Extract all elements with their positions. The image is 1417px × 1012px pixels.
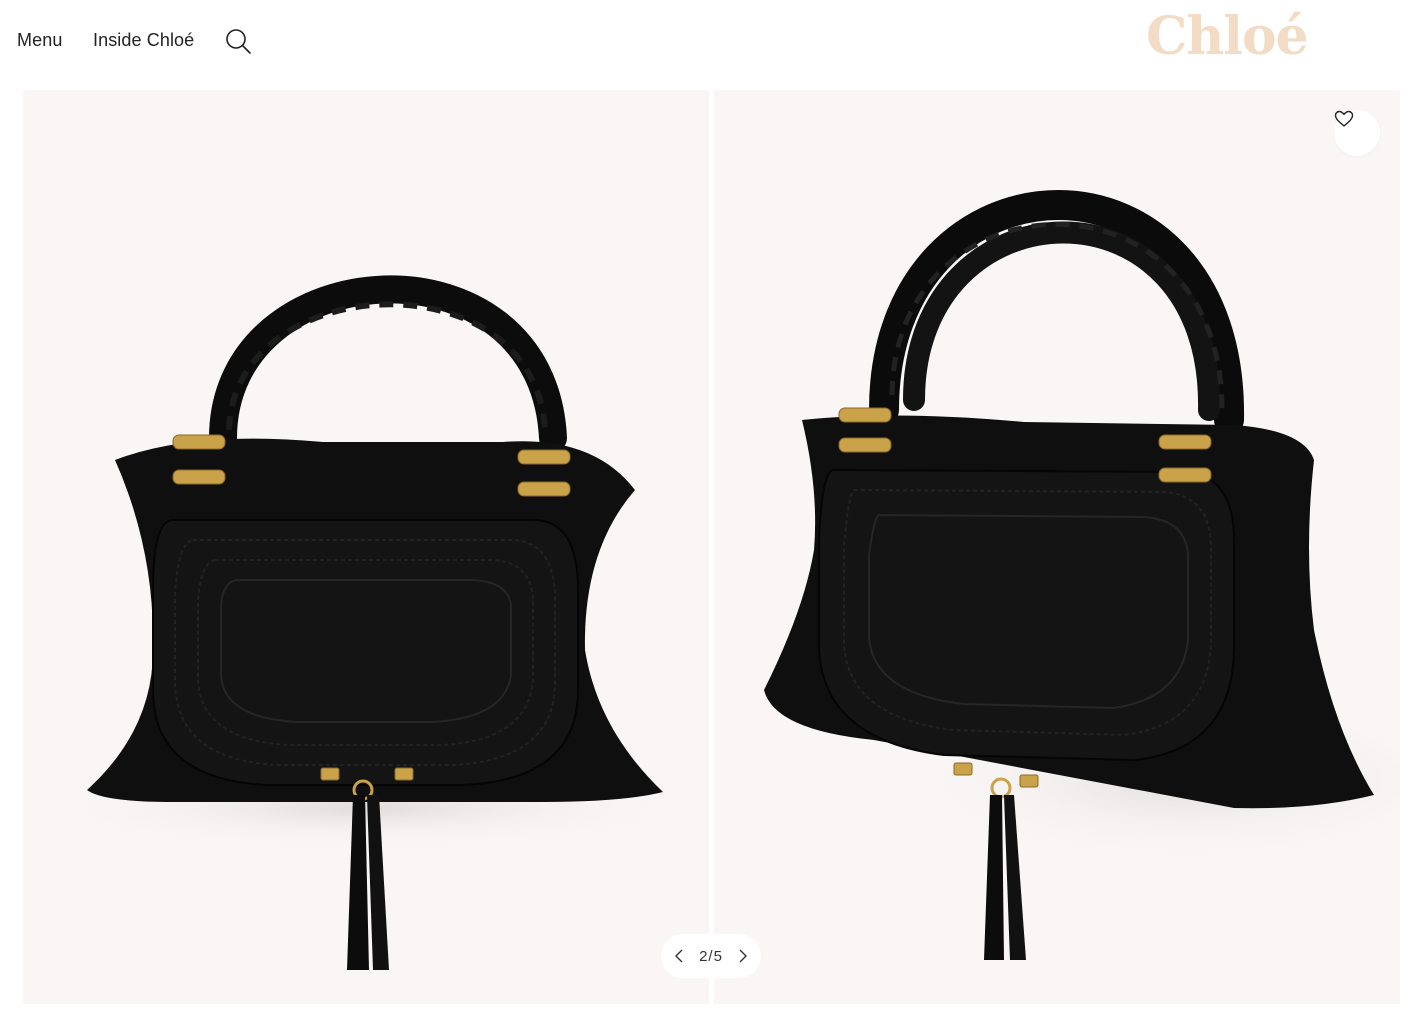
handbag-image: [46, 275, 686, 970]
chevron-left-icon[interactable]: [671, 948, 687, 964]
chevron-right-icon[interactable]: [735, 948, 751, 964]
product-image-angle[interactable]: [714, 90, 1400, 1004]
menu-link[interactable]: Menu: [17, 30, 62, 51]
page-indicator: 2/5: [699, 948, 723, 965]
product-image-front[interactable]: [23, 90, 709, 1004]
brand-logo[interactable]: Chloé: [1146, 6, 1309, 67]
inside-chloe-link[interactable]: Inside Chloé: [93, 30, 194, 51]
current-page: 2: [699, 947, 709, 965]
gallery-pager: 2/5: [661, 934, 761, 978]
search-icon[interactable]: [224, 27, 252, 55]
site-header: Menu Inside Chloé Chloé: [0, 0, 1417, 84]
handbag-image: [764, 190, 1400, 960]
favorite-button[interactable]: [1334, 110, 1380, 156]
product-gallery: [23, 90, 1400, 1004]
heart-icon: [1334, 110, 1354, 127]
total-pages: 5: [713, 947, 723, 965]
